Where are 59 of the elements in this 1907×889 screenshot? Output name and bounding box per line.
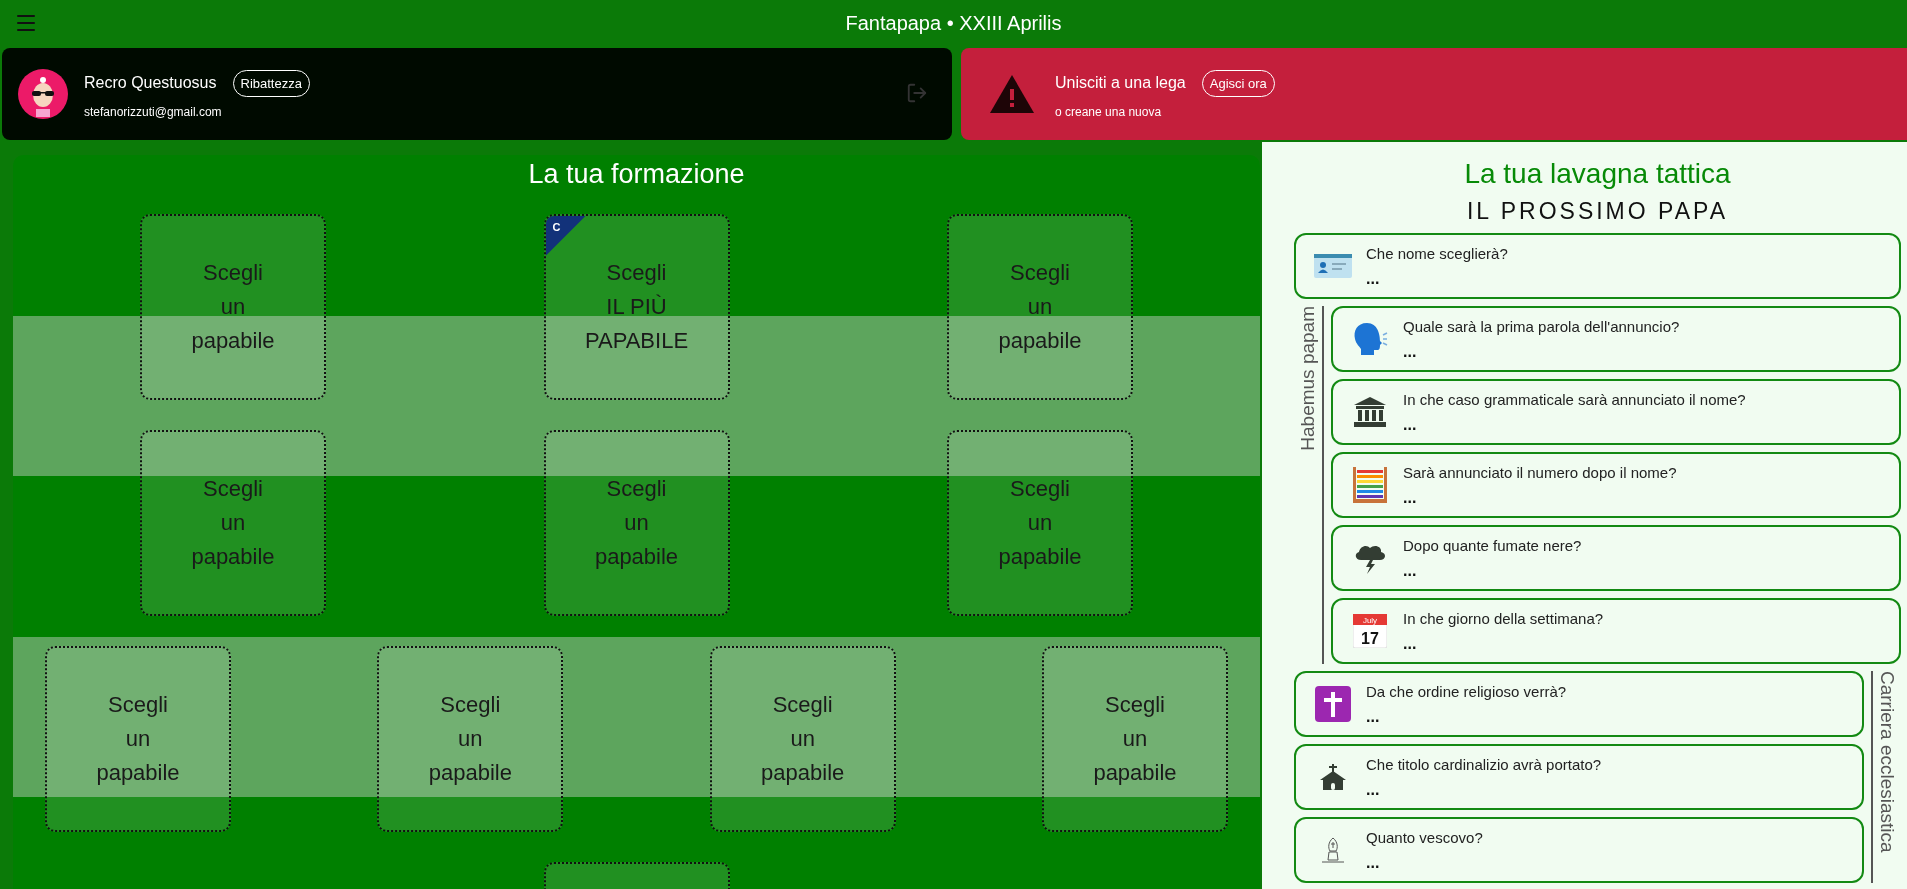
- answer-text: ...: [1403, 342, 1418, 361]
- alert-subtitle: o creane una nuova: [1055, 104, 1163, 119]
- alert-title: Unisciti a una lega: [1055, 74, 1186, 92]
- id-card-icon: [1314, 254, 1352, 278]
- question-text: In che caso grammaticale sarà annunciato il nome?: [1403, 390, 1746, 408]
- user-email: stefanorizzuti@gmail.com: [84, 104, 223, 119]
- question-card[interactable]: Che nome sceglierà? ...: [1294, 233, 1901, 299]
- question-card[interactable]: Sarà annunciato il numero dopo il nome? ...: [1331, 452, 1901, 518]
- church-icon: [1320, 764, 1346, 790]
- question-text: Da che ordine religioso verrà?: [1366, 682, 1567, 700]
- bishop-icon: [1320, 836, 1346, 864]
- player-slot[interactable]: C Scegli IL PIÙ PAPABILE: [543, 214, 730, 400]
- section-label: Carriera ecclesiastica: [1876, 671, 1898, 853]
- question-card[interactable]: Quanto vescovo? ...: [1294, 817, 1864, 883]
- question-card[interactable]: Che titolo cardinalizio avrà portato? ...: [1294, 744, 1864, 810]
- question-text: In che giorno della settimana?: [1403, 609, 1604, 627]
- answer-text: ...: [1403, 415, 1418, 434]
- question-card[interactable]: Quale sarà la prima parola dell'annuncio? ...: [1331, 306, 1901, 372]
- formation-title: La tua formazione: [527, 159, 746, 189]
- player-slot[interactable]: Scegli un papabile: [947, 430, 1133, 616]
- player-slot[interactable]: Scegli un papabile: [709, 646, 896, 832]
- question-text: Che nome sceglierà?: [1366, 244, 1508, 262]
- avatar-icon: [18, 69, 68, 119]
- cross-icon: [1315, 686, 1351, 722]
- question-text: Che titolo cardinalizio avrà portato?: [1366, 755, 1602, 773]
- speaking-head-icon: [1352, 321, 1388, 357]
- calendar-month: July: [1362, 616, 1378, 625]
- player-slot[interactable]: Scegli un papabile: [377, 646, 564, 832]
- answer-text: ...: [1366, 269, 1381, 288]
- player-slot[interactable]: Scegli un papabile: [140, 430, 326, 616]
- player-slot[interactable]: Scegli un papabile: [947, 214, 1133, 400]
- question-card[interactable]: Da che ordine religioso verrà? ...: [1294, 671, 1864, 737]
- app-title: Fantapapa • XXIII Aprilis: [845, 11, 1062, 35]
- question-card[interactable]: In che caso grammaticale sarà annunciato il nome? ...: [1331, 379, 1901, 445]
- question-text: Sarà annunciato il numero dopo il nome?: [1403, 463, 1677, 481]
- question-card[interactable]: July 17 In che giorno della settimana? ...: [1331, 598, 1901, 664]
- answer-text: ...: [1366, 853, 1381, 872]
- user-name: Recro Questuosus: [84, 74, 217, 92]
- player-slot[interactable]: Scegli un papabile: [45, 646, 231, 832]
- player-slot[interactable]: Scegli un papabile: [140, 214, 326, 400]
- classical-building-icon: [1354, 397, 1386, 427]
- player-slot[interactable]: Scegli un papabile: [1042, 646, 1228, 832]
- answer-text: ...: [1366, 780, 1381, 799]
- answer-text: ...: [1403, 488, 1418, 507]
- player-slot[interactable]: Scegli un papabile: [543, 430, 730, 616]
- calendar-day: 17: [1361, 630, 1379, 647]
- warning-icon: [989, 74, 1035, 114]
- board-title: La tua lavagna tattica: [1463, 158, 1732, 190]
- question-text: Dopo quante fumate nere?: [1403, 536, 1582, 554]
- section-label: Habemus papam: [1297, 306, 1319, 451]
- question-card[interactable]: Dopo quante fumate nere? ...: [1331, 525, 1901, 591]
- answer-text: ...: [1403, 634, 1418, 653]
- answer-text: ...: [1366, 707, 1381, 726]
- captain-ribbon: C: [545, 216, 586, 256]
- abacus-icon: [1353, 467, 1387, 503]
- question-text: Quanto vescovo?: [1366, 828, 1483, 846]
- board-subtitle: IL PROSSIMO PAPA: [1466, 198, 1729, 225]
- question-text: Quale sarà la prima parola dell'annuncio?: [1403, 317, 1680, 335]
- answer-text: ...: [1403, 561, 1418, 580]
